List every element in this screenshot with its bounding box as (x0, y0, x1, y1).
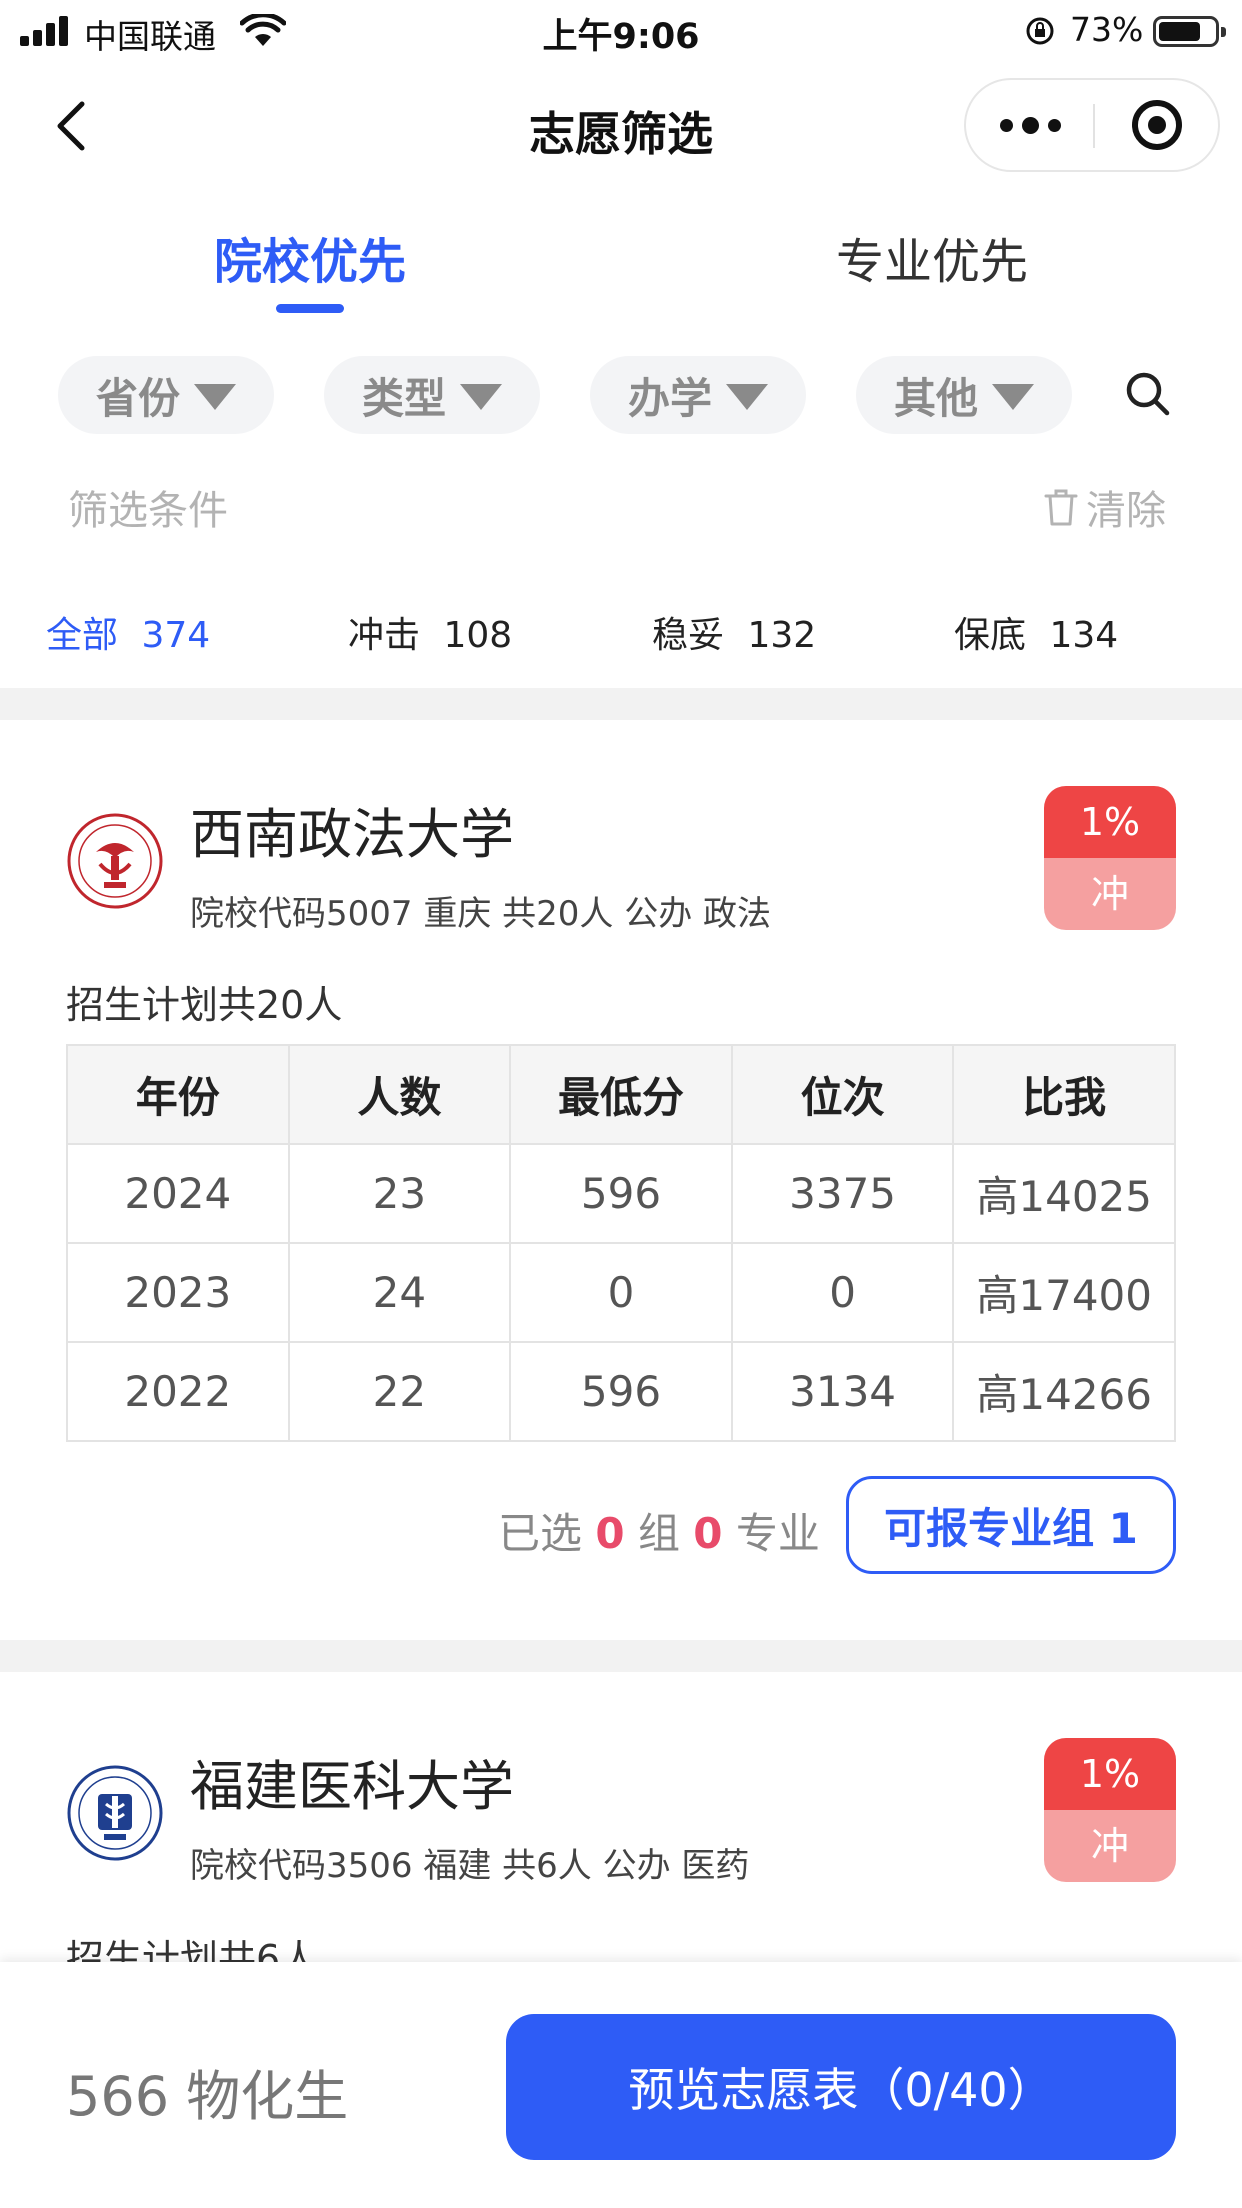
category-label: 稳妥 (652, 615, 725, 656)
table-row: 2022 22 596 3134 高14266 (66, 1341, 1176, 1442)
school-card[interactable]: 西南政法大学 院校代码5007 重庆 共20人 公办 政法 1% 冲 招生计划共… (0, 720, 1242, 1640)
clear-label: 清除 (1086, 488, 1166, 534)
school-name: 福建医科大学 (190, 1755, 514, 1818)
category-count: 132 (747, 615, 817, 656)
table-cell: 2022 (66, 1341, 290, 1442)
selected-group-count: 0 (595, 1509, 625, 1558)
category-count: 134 (1049, 615, 1119, 656)
selected-mid: 组 (624, 1509, 694, 1558)
school-logo-icon (67, 813, 163, 909)
dropdown-arrow-icon (992, 384, 1034, 410)
orientation-lock-icon (1026, 17, 1054, 45)
filter-label: 办学 (627, 373, 712, 423)
school-name: 西南政法大学 (190, 803, 514, 866)
category-tabs: 全部 374 冲击 108 稳妥 132 保底 134 (0, 606, 1242, 656)
tab-major-first[interactable]: 专业优先 (836, 222, 1028, 292)
category-all[interactable]: 全部 374 (46, 606, 210, 658)
school-meta: 院校代码5007 重庆 共20人 公办 政法 (190, 894, 772, 934)
score-table: 年份 人数 最低分 位次 比我 2024 23 596 3375 高14025 … (66, 1044, 1176, 1442)
selected-suffix: 专业 (722, 1509, 820, 1558)
dropdown-arrow-icon (194, 384, 236, 410)
dropdown-arrow-icon (460, 384, 502, 410)
table-cell: 22 (287, 1341, 512, 1442)
bottom-bar: 566 物化生 预览志愿表（0/40） (0, 1962, 1242, 2208)
tab-school-first[interactable]: 院校优先 (214, 222, 406, 292)
admission-chance-badge: 1% 冲 (1044, 1738, 1176, 1882)
table-cell: 高17400 (952, 1242, 1176, 1343)
trash-icon (1044, 489, 1078, 526)
more-icon[interactable] (966, 80, 1094, 170)
enrollment-plan: 招生计划共20人 (66, 983, 343, 1027)
category-count: 374 (141, 615, 211, 656)
chance-label: 冲 (1044, 858, 1176, 930)
table-header-row: 年份 人数 最低分 位次 比我 (66, 1044, 1176, 1145)
selected-prefix: 已选 (498, 1509, 596, 1558)
chance-percent: 1% (1044, 786, 1176, 858)
column-header: 最低分 (509, 1044, 733, 1145)
chance-percent: 1% (1044, 1738, 1176, 1810)
selected-major-count: 0 (693, 1509, 723, 1558)
table-cell: 596 (509, 1341, 733, 1442)
table-cell: 3375 (730, 1143, 955, 1244)
category-match[interactable]: 稳妥 132 (652, 606, 816, 658)
filter-label: 类型 (361, 373, 446, 423)
filter-conditions-label: 筛选条件 (68, 488, 228, 534)
table-cell: 2024 (66, 1143, 290, 1244)
nav-bar: 志愿筛选 (0, 62, 1242, 192)
close-mini-program-icon[interactable] (1094, 80, 1220, 170)
filter-type[interactable]: 类型 (324, 356, 540, 434)
school-meta: 院校代码3506 福建 共6人 公办 医药 (190, 1846, 750, 1886)
score-subjects: 566 物化生 (66, 2065, 349, 2128)
active-tab-indicator (276, 304, 344, 313)
filter-other[interactable]: 其他 (856, 356, 1072, 434)
selected-summary: 已选 0 组 0 专业 (498, 1500, 820, 1561)
clock: 上午9:06 (542, 17, 700, 57)
table-cell: 0 (730, 1242, 955, 1343)
section-divider (0, 1640, 1242, 1672)
filter-bar: 省份 类型 办学 其他 (0, 356, 1242, 436)
dropdown-arrow-icon (726, 384, 768, 410)
search-icon[interactable] (1120, 366, 1176, 422)
available-groups-button[interactable]: 可报专业组 1 (846, 1476, 1176, 1574)
column-header: 人数 (287, 1044, 512, 1145)
table-row: 2024 23 596 3375 高14025 (66, 1143, 1176, 1244)
filter-province[interactable]: 省份 (58, 356, 274, 434)
table-cell: 23 (287, 1143, 512, 1244)
mini-program-capsule (964, 78, 1220, 172)
chance-label: 冲 (1044, 1810, 1176, 1882)
admission-chance-badge: 1% 冲 (1044, 786, 1176, 930)
preview-application-button[interactable]: 预览志愿表（0/40） (506, 2014, 1176, 2160)
category-count: 108 (443, 615, 513, 656)
status-bar: 中国联通 上午9:06 73% (0, 0, 1242, 62)
battery-icon (1153, 16, 1226, 47)
table-row: 2023 24 0 0 高17400 (66, 1242, 1176, 1343)
filter-label: 其他 (893, 373, 978, 423)
battery-percent: 73% (1070, 10, 1144, 49)
table-cell: 0 (509, 1242, 733, 1343)
table-cell: 24 (287, 1242, 512, 1343)
school-logo-icon (67, 1765, 163, 1861)
enrollment-plan: 招生计划共6人 (66, 1937, 319, 1962)
filter-ownership[interactable]: 办学 (590, 356, 806, 434)
school-card[interactable]: 福建医科大学 院校代码3506 福建 共6人 公办 医药 1% 冲 招生计划共6… (0, 1672, 1242, 1962)
category-safety[interactable]: 保底 134 (954, 606, 1118, 658)
table-cell: 3134 (730, 1341, 955, 1442)
column-header: 年份 (66, 1044, 290, 1145)
table-cell: 高14025 (952, 1143, 1176, 1244)
section-divider (0, 688, 1242, 720)
filter-label: 省份 (95, 373, 180, 423)
category-label: 全部 (46, 615, 119, 656)
table-cell: 高14266 (952, 1341, 1176, 1442)
table-cell: 596 (509, 1143, 733, 1244)
category-reach[interactable]: 冲击 108 (348, 606, 512, 658)
table-cell: 2023 (66, 1242, 290, 1343)
tab-bar: 院校优先 专业优先 (0, 192, 1242, 322)
category-label: 保底 (954, 615, 1027, 656)
clear-button[interactable]: 清除 (1042, 478, 1166, 536)
column-header: 比我 (952, 1044, 1176, 1145)
column-header: 位次 (730, 1044, 955, 1145)
category-label: 冲击 (348, 615, 421, 656)
